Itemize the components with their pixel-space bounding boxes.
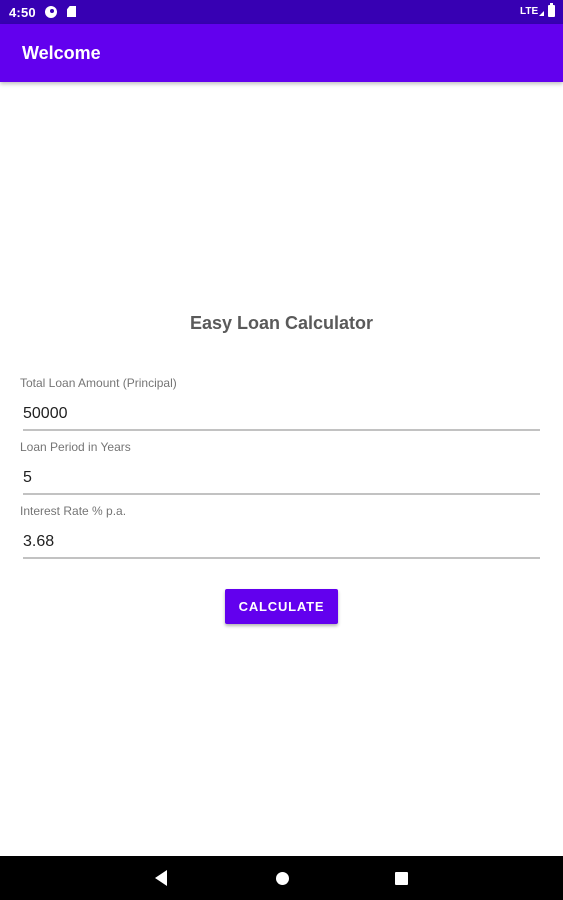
period-input[interactable] (23, 463, 540, 495)
period-label: Loan Period in Years (20, 440, 131, 454)
page-title: Easy Loan Calculator (189, 313, 374, 333)
pocket-casts-icon (45, 6, 57, 18)
app-bar: Welcome (0, 24, 563, 82)
principal-input[interactable] (23, 399, 540, 431)
principal-label: Total Loan Amount (Principal) (20, 376, 177, 390)
back-icon[interactable] (155, 870, 167, 886)
app-title: Welcome (22, 43, 101, 63)
calculate-button[interactable]: CALCULATE (225, 589, 338, 624)
status-time: 4:50 (9, 5, 36, 20)
sd-card-icon (67, 6, 76, 17)
navigation-bar (0, 856, 563, 900)
status-bar: 4:50 LTE (0, 0, 563, 24)
rate-input[interactable] (23, 527, 540, 559)
rate-label: Interest Rate % p.a. (20, 504, 127, 518)
recents-icon[interactable] (395, 872, 408, 885)
network-type: LTE (520, 6, 539, 17)
signal-icon (539, 11, 544, 16)
home-icon[interactable] (276, 872, 289, 885)
battery-icon (548, 3, 555, 17)
